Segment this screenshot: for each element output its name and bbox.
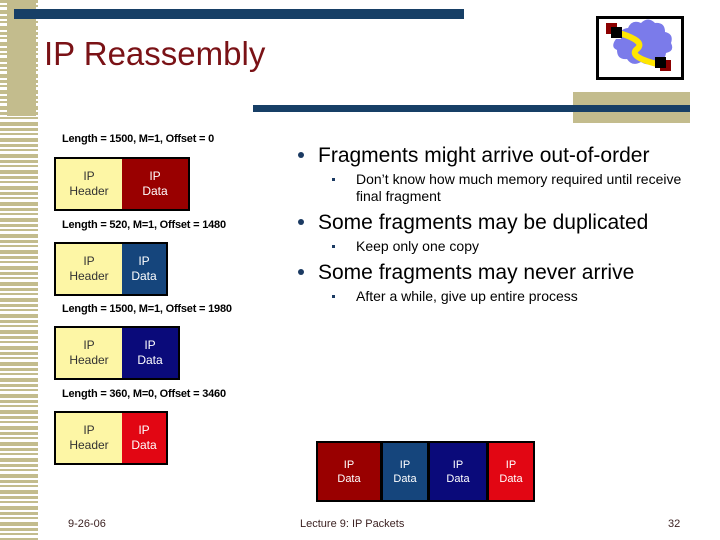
footer-date: 9-26-06 [68, 518, 106, 530]
sub-bullet-item-1: Don’t know how much memory required unti… [290, 171, 694, 205]
ip-header-line1: IP [83, 169, 95, 183]
bullet-text: Some fragments may be duplicated [318, 211, 649, 234]
page-title: IP Reassembly [44, 35, 266, 72]
ip-header-line2: Header [69, 438, 109, 452]
top-navy-rule [14, 9, 464, 19]
ip-header-line1: IP [83, 254, 95, 268]
fragment-label-3: Length = 1500, M=1, Offset = 1980 [62, 303, 232, 315]
strip-line1: IP [399, 458, 411, 471]
mid-navy-rule [253, 105, 690, 112]
network-cloud-logo [596, 16, 684, 80]
sub-bullet-text: After a while, give up entire process [356, 288, 578, 304]
ip-data-cell: IP Data [122, 159, 188, 209]
fragment-row-1: IP Header IP Data [54, 157, 190, 211]
footer-title: Lecture 9: IP Packets [300, 518, 405, 530]
strip-line2: Data [393, 472, 417, 485]
ip-header-line1: IP [83, 423, 95, 437]
sub-bullet-text: Don’t know how much memory required unti… [356, 171, 682, 204]
bullet-dot-icon [298, 219, 304, 225]
fragment-row-2: IP Header IP Data [54, 242, 168, 296]
ip-header-cell: IP Header [56, 244, 122, 294]
strip-line1: IP [452, 458, 464, 471]
ip-data-cell: IP Data [122, 413, 166, 463]
ip-data-line1: IP [138, 423, 150, 437]
slide-canvas: IP Reassembly Length = 1500, M=1, Offset… [0, 0, 720, 540]
ip-data-line1: IP [138, 254, 150, 268]
ip-data-line1: IP [144, 338, 156, 352]
ip-data-line1: IP [149, 169, 161, 183]
sub-bullet-item-2: Keep only one copy [290, 238, 694, 255]
fragment-label-2: Length = 520, M=1, Offset = 1480 [62, 219, 226, 231]
ip-header-line1: IP [83, 338, 95, 352]
reassembled-data-strip: IP Data IP Data IP Data IP Data [316, 441, 535, 502]
fragment-label-4: Length = 360, M=0, Offset = 3460 [62, 388, 226, 400]
sub-bullet-item-3: After a while, give up entire process [290, 288, 694, 305]
sub-bullet-dot-icon [332, 295, 335, 298]
fragment-row-3: IP Header IP Data [54, 326, 180, 380]
sub-bullet-text: Keep only one copy [356, 238, 479, 254]
strip-cell-3: IP Data [430, 443, 486, 500]
bullet-item-2: Some fragments may be duplicated [290, 210, 694, 235]
strip-line1: IP [505, 458, 517, 471]
ip-header-line2: Header [69, 269, 109, 283]
bullet-text: Some fragments may never arrive [318, 261, 635, 284]
strip-cell-1: IP Data [318, 443, 380, 500]
ip-header-cell: IP Header [56, 328, 122, 378]
fragment-row-4: IP Header IP Data [54, 411, 168, 465]
strip-line2: Data [337, 472, 361, 485]
ip-data-line2: Data [137, 353, 163, 367]
ip-data-line2: Data [131, 438, 157, 452]
network-cloud-icon [606, 19, 673, 71]
strip-line1: IP [343, 458, 355, 471]
ip-data-line2: Data [131, 269, 157, 283]
node-right [655, 57, 666, 68]
ip-data-cell: IP Data [122, 328, 178, 378]
sub-bullet-dot-icon [332, 245, 335, 248]
bullet-text: Fragments might arrive out-of-order [318, 144, 650, 167]
ip-header-line2: Header [69, 184, 109, 198]
strip-cell-2: IP Data [383, 443, 427, 500]
bullet-dot-icon [298, 152, 304, 158]
strip-line2: Data [499, 472, 523, 485]
strip-line2: Data [446, 472, 470, 485]
bullet-dot-icon [298, 269, 304, 275]
ip-header-cell: IP Header [56, 413, 122, 463]
footer-page-number: 32 [668, 518, 681, 530]
bullet-list: Fragments might arrive out-of-order Don’… [290, 143, 694, 310]
strip-cell-4: IP Data [489, 443, 533, 500]
ip-header-cell: IP Header [56, 159, 122, 209]
fragment-label-1: Length = 1500, M=1, Offset = 0 [62, 133, 215, 145]
ip-header-line2: Header [69, 353, 109, 367]
bullet-item-3: Some fragments may never arrive [290, 260, 694, 285]
sub-bullet-dot-icon [332, 178, 335, 181]
ip-data-cell: IP Data [122, 244, 166, 294]
ip-data-line2: Data [142, 184, 168, 198]
node-left [611, 27, 622, 38]
bullet-item-1: Fragments might arrive out-of-order [290, 143, 694, 168]
